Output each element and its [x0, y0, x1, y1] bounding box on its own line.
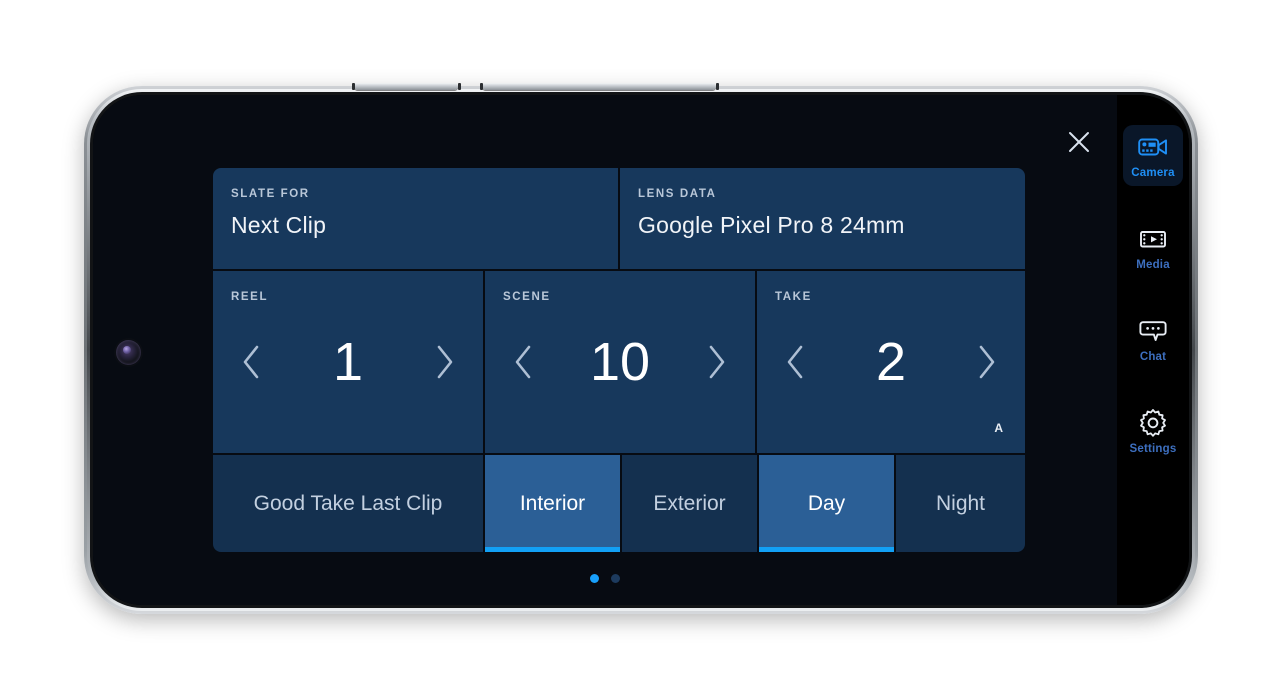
slate-toggle-row: Good Take Last Clip Interior Exterior Da…: [213, 455, 1025, 552]
lens-data-panel[interactable]: LENS DATA Google Pixel Pro 8 24mm: [620, 168, 1025, 269]
antenna-seam: [480, 83, 483, 90]
take-value: 2: [875, 332, 907, 392]
scene-label: SCENE: [503, 291, 551, 303]
video-camera-icon: [1138, 134, 1168, 160]
phone-device: SLATE FOR Next Clip LENS DATA Google Pix…: [84, 83, 1198, 614]
toggle-label: Night: [935, 491, 986, 515]
film-strip-icon: [1138, 226, 1168, 252]
antenna-seam: [716, 83, 719, 90]
take-increment-button[interactable]: [965, 332, 1007, 392]
slate-screen-content: SLATE FOR Next Clip LENS DATA Google Pix…: [93, 95, 1117, 605]
slate-for-panel[interactable]: SLATE FOR Next Clip: [213, 168, 618, 269]
antenna-seam: [352, 83, 355, 90]
reel-label: REEL: [231, 291, 269, 303]
page-dot-1[interactable]: [590, 574, 599, 583]
chevron-right-icon: [437, 345, 453, 379]
interior-toggle[interactable]: Interior: [485, 455, 620, 552]
good-take-last-clip-button[interactable]: Good Take Last Clip: [213, 455, 483, 552]
chevron-left-icon: [243, 345, 259, 379]
slate-info-row: SLATE FOR Next Clip LENS DATA Google Pix…: [213, 168, 1025, 269]
sidebar-item-chat[interactable]: Chat: [1123, 309, 1183, 370]
take-decrement-button[interactable]: [775, 332, 817, 392]
take-stepper: TAKE 2 A: [757, 271, 1025, 453]
front-camera-icon: [116, 340, 141, 365]
lens-data-value: Google Pixel Pro 8 24mm: [638, 212, 905, 238]
slate-for-value: Next Clip: [231, 212, 327, 238]
chevron-right-icon: [709, 345, 725, 379]
scene-value: 10: [589, 332, 651, 392]
gear-icon: [1138, 409, 1168, 437]
power-button[interactable]: [482, 83, 716, 90]
sidebar-item-settings[interactable]: Settings: [1123, 401, 1183, 462]
toggle-label: Interior: [519, 491, 586, 515]
sidebar-item-label: Media: [1136, 259, 1170, 271]
sidebar: Camera Media Chat Settings: [1117, 95, 1189, 605]
scene-increment-button[interactable]: [695, 332, 737, 392]
sidebar-item-camera[interactable]: Camera: [1123, 125, 1183, 186]
reel-value: 1: [332, 332, 364, 392]
chat-bubble-icon: [1138, 318, 1168, 344]
toggle-label: Day: [807, 491, 846, 515]
lens-data-label: LENS DATA: [638, 188, 717, 200]
reel-increment-button[interactable]: [423, 332, 465, 392]
sidebar-item-label: Chat: [1139, 351, 1167, 363]
antenna-seam: [458, 83, 461, 90]
slate-for-label: SLATE FOR: [231, 188, 310, 200]
take-label: TAKE: [775, 291, 812, 303]
night-toggle[interactable]: Night: [896, 455, 1025, 552]
scene-decrement-button[interactable]: [503, 332, 545, 392]
exterior-toggle[interactable]: Exterior: [622, 455, 757, 552]
scene-stepper: SCENE 10: [485, 271, 755, 453]
device-bezel: SLATE FOR Next Clip LENS DATA Google Pix…: [93, 95, 1189, 605]
reel-stepper: REEL 1: [213, 271, 483, 453]
take-suffix[interactable]: A: [994, 421, 1003, 435]
sidebar-item-label: Settings: [1129, 443, 1177, 455]
sidebar-item-label: Camera: [1131, 167, 1175, 179]
day-toggle[interactable]: Day: [759, 455, 894, 552]
slate-stepper-row: REEL 1 SCENE 10 TAKE 2 A: [213, 271, 1025, 453]
close-button[interactable]: [1062, 125, 1096, 159]
chevron-left-icon: [515, 345, 531, 379]
pagination-dots: [93, 574, 1117, 583]
page-dot-2[interactable]: [611, 574, 620, 583]
volume-button[interactable]: [354, 83, 458, 90]
toggle-label: Exterior: [653, 491, 726, 515]
slate-card: SLATE FOR Next Clip LENS DATA Google Pix…: [213, 168, 1025, 552]
chevron-right-icon: [979, 345, 995, 379]
sidebar-item-media[interactable]: Media: [1123, 217, 1183, 278]
reel-decrement-button[interactable]: [231, 332, 273, 392]
chevron-left-icon: [787, 345, 803, 379]
toggle-label: Good Take Last Clip: [253, 491, 443, 515]
close-icon: [1069, 132, 1089, 152]
phone-screen: SLATE FOR Next Clip LENS DATA Google Pix…: [93, 95, 1189, 605]
